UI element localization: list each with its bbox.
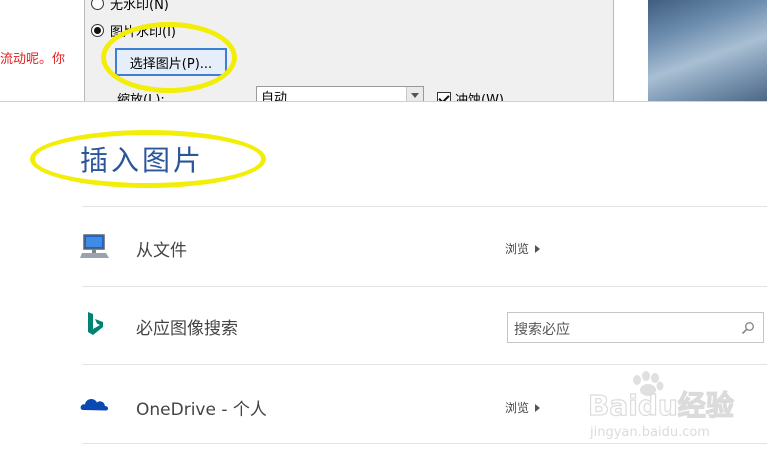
divider — [82, 286, 767, 287]
page-title: 插入图片 — [80, 144, 205, 177]
source-row-from-file[interactable]: 从文件 浏览 — [0, 217, 767, 275]
search-placeholder: 搜索必应 — [514, 322, 570, 338]
picture-watermark-option[interactable]: 图片水印(I) — [91, 21, 176, 40]
baidu-jingyan-watermark: Baidu经验 jingyan.baidu.com — [588, 371, 734, 440]
chevron-down-icon[interactable] — [406, 87, 423, 101]
bing-search-label: 必应图像搜索 — [136, 319, 238, 339]
divider — [82, 206, 767, 207]
watermark-logo-text: Baidu经验 — [588, 389, 734, 422]
browse-link[interactable]: 浏览 — [505, 240, 541, 257]
select-picture-button[interactable]: 选择图片(P)... — [115, 48, 227, 76]
picture-watermark-label: 图片水印(I) — [110, 25, 176, 40]
printed-watermark-dialog: 无水印(N) 图片水印(I) 选择图片(P)... 缩放(L): 自动 冲蚀(W… — [84, 0, 614, 101]
bing-icon — [88, 312, 103, 335]
chevron-right-icon — [535, 244, 541, 253]
chevron-right-icon — [535, 403, 541, 412]
picture-watermark-radio[interactable] — [91, 24, 104, 37]
onedrive-cloud-icon — [80, 399, 109, 411]
browse-link[interactable]: 浏览 — [505, 399, 541, 416]
background-photo — [648, 0, 767, 101]
search-icon[interactable] — [741, 321, 755, 335]
scale-value: 自动 — [261, 91, 288, 101]
no-watermark-radio[interactable] — [91, 0, 104, 10]
background-window: 流动呢。你 无水印(N) 图片水印(I) 选择图片(P)... 缩放(L): 自… — [0, 0, 767, 101]
washout-label: 冲蚀(W) — [455, 93, 504, 101]
scale-dropdown[interactable]: 自动 — [256, 86, 424, 101]
from-file-label: 从文件 — [136, 241, 187, 261]
no-watermark-label: 无水印(N) — [110, 0, 169, 13]
onedrive-label: OneDrive - 个人 — [136, 400, 267, 420]
computer-icon — [80, 234, 109, 258]
scale-label: 缩放(L): — [117, 93, 165, 101]
washout-option[interactable]: 冲蚀(W) — [437, 89, 504, 101]
source-row-bing[interactable]: 必应图像搜索 搜索必应 — [0, 295, 767, 353]
no-watermark-option[interactable]: 无水印(N) — [91, 0, 169, 13]
document-text: 流动呢。你 — [0, 52, 66, 67]
bing-search-input[interactable]: 搜索必应 — [507, 312, 764, 343]
divider — [82, 364, 767, 365]
watermark-url: jingyan.baidu.com — [589, 425, 710, 440]
washout-checkbox[interactable] — [437, 91, 451, 101]
